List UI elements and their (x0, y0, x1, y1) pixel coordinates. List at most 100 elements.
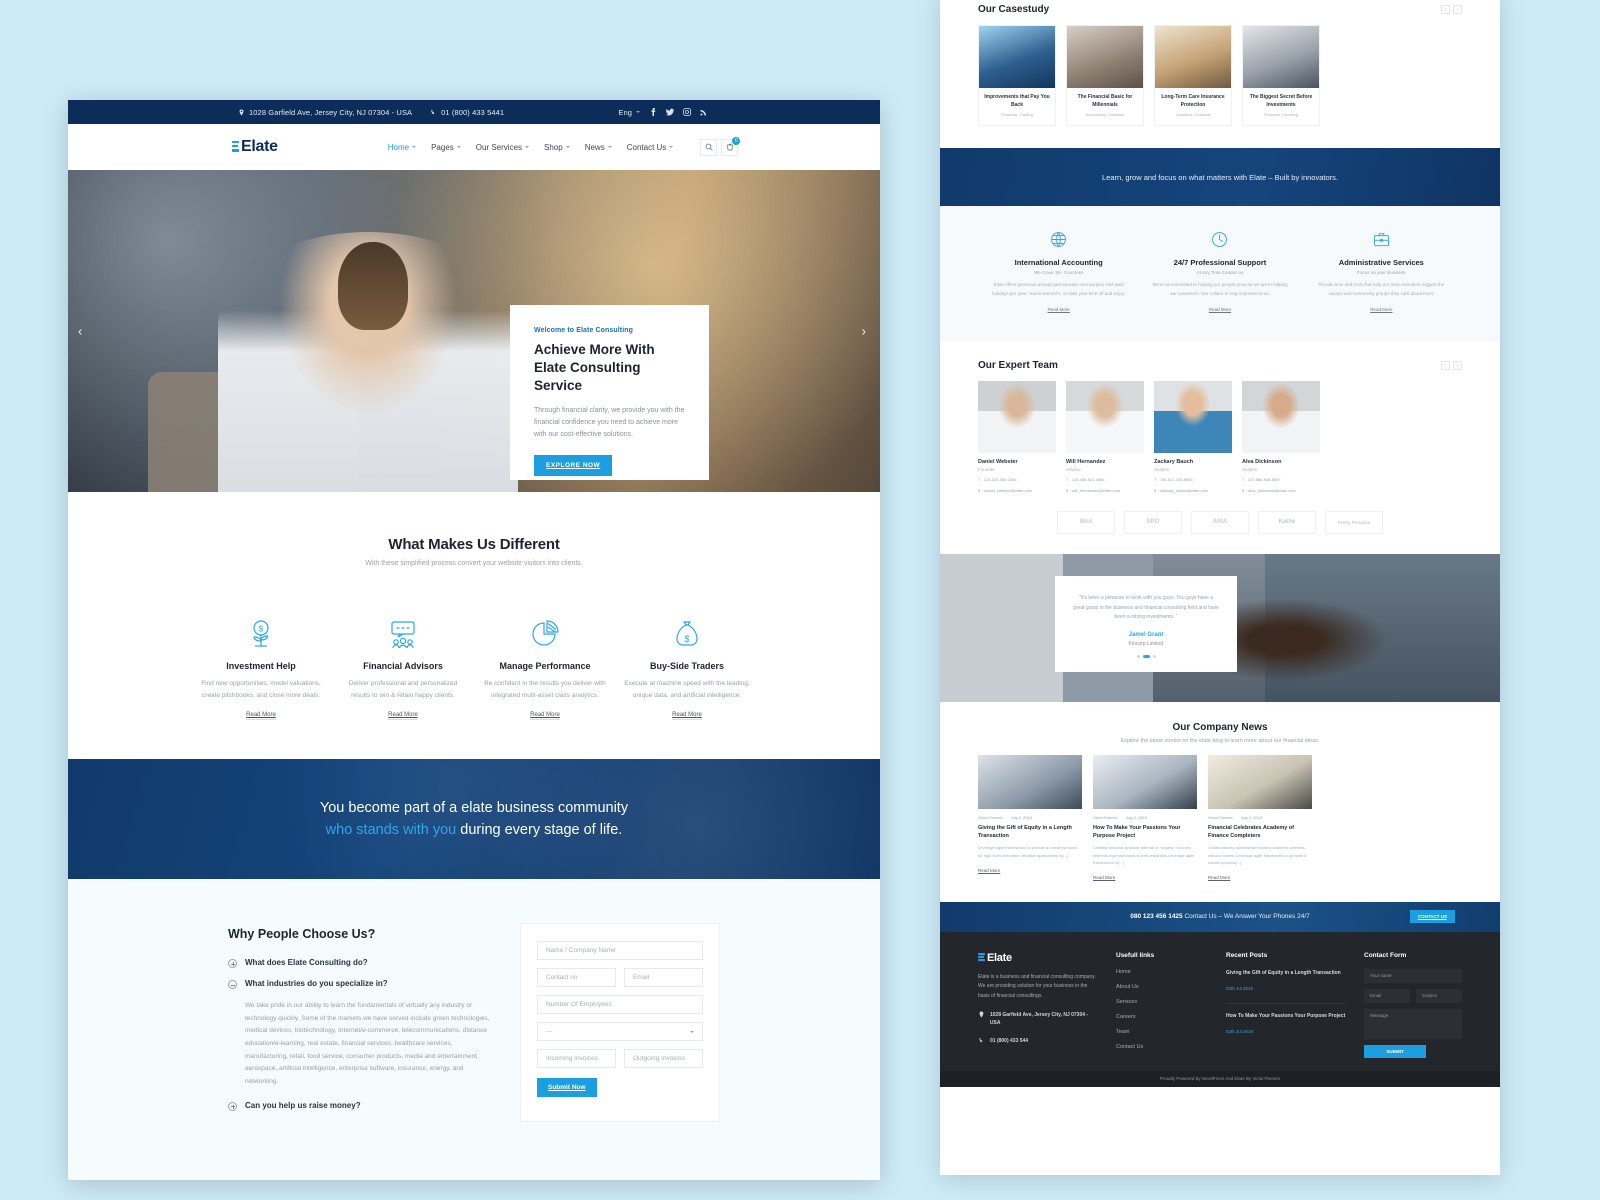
nav-item-news[interactable]: News (585, 143, 612, 152)
feature-card: Manage Performance Be confident in the r… (474, 611, 616, 721)
team-member-card[interactable]: Daniel Webster Founder T : 125-325-365-1… (978, 381, 1056, 495)
twitter-icon[interactable] (666, 108, 674, 116)
hero-next-arrow[interactable]: › (862, 324, 866, 339)
logo-mark-icon (978, 953, 985, 962)
news-meta: VictorThemes July 2, 2019 (1093, 815, 1197, 820)
footer-link-careers[interactable]: Careers (1116, 1014, 1208, 1020)
carousel-next-button[interactable]: › (1453, 5, 1462, 14)
team-member-card[interactable]: Alva Dickinson Analyst T : 147-586-548-5… (1242, 381, 1320, 495)
casestudy-card[interactable]: Long-Term Care Insurance Protection Cashf… (1154, 25, 1232, 126)
team-member-email: E : alva_dickinson@elate.com (1242, 488, 1296, 494)
cart-button[interactable]: 0 (721, 136, 741, 156)
phone-item[interactable]: 01 (800) 433 5441 (430, 108, 504, 117)
carousel-next-button[interactable]: › (1453, 361, 1462, 371)
news-card[interactable]: VictorThemes July 2, 2019 Financial Cele… (1208, 754, 1312, 884)
email-field[interactable]: Email (624, 968, 703, 988)
footer-recent-post[interactable]: Giving the Gift of Equity in a Length Tr… (1226, 969, 1346, 1004)
casestudy-image (1155, 26, 1231, 88)
news-read-more[interactable]: Read More (978, 868, 1001, 874)
faq-item[interactable]: What does Elate Consulting do? (228, 958, 490, 969)
nav-item-our-services[interactable]: Our Services (476, 143, 530, 152)
rss-icon[interactable] (700, 108, 708, 116)
testimonial-company: Fincorp Limited (1128, 641, 1164, 648)
footer-link-contact-us[interactable]: Contact Us (1116, 1044, 1208, 1050)
hero-title: Achieve More With Elate Consulting Servi… (534, 342, 655, 394)
nav-item-shop[interactable]: Shop (544, 143, 570, 152)
footer-submit-button[interactable]: SUBMIT (1364, 1044, 1426, 1058)
feature-read-more[interactable]: Read More (246, 712, 276, 721)
category-select[interactable]: --- (537, 1022, 703, 1042)
testimonial-dot-active[interactable] (1142, 655, 1150, 659)
casestudy-card[interactable]: The Financial Basic for Millennials Accou… (1066, 25, 1144, 126)
hero-prev-arrow[interactable]: ‹ (78, 324, 82, 339)
team-member-card[interactable]: Zackary Bauch Analyst T : 745-512-154-89… (1154, 381, 1232, 495)
footer-logo[interactable]: Elate (978, 952, 1098, 964)
language-selector[interactable]: Eng (618, 108, 640, 117)
globe-icon (990, 228, 1127, 250)
faq-item[interactable]: What industries do you specialize in? (228, 979, 490, 990)
carousel-prev-button[interactable]: ‹ (1441, 361, 1450, 371)
footer-message-field[interactable]: Message (1364, 1008, 1462, 1039)
nav-item-contact-us[interactable]: Contact Us (627, 143, 674, 152)
footer-link-about-us[interactable]: About Us (1116, 984, 1208, 990)
footer-name-field[interactable]: Your name (1364, 968, 1462, 983)
submit-now-button[interactable]: Submit Now (537, 1078, 597, 1098)
contact-no-field[interactable]: Contact no (537, 968, 616, 988)
casestudy-card[interactable]: Improvements that Pay You Back Financial,… (978, 25, 1056, 126)
contact-us-button[interactable]: CONTACT US (1409, 910, 1455, 924)
nav-item-pages[interactable]: Pages (431, 143, 461, 152)
casestudy-card[interactable]: The Biggest Secret Before Investments Fin… (1242, 25, 1320, 126)
footer-link-services[interactable]: Services (1116, 999, 1208, 1005)
feature-title: Investment Help (226, 661, 296, 671)
news-read-more[interactable]: Read More (1093, 875, 1116, 881)
service-tagline: Focus on your Business (1357, 270, 1406, 275)
facebook-icon[interactable] (649, 108, 657, 116)
service-read-more[interactable]: Read More (1370, 307, 1393, 314)
service-read-more[interactable]: Read More (1208, 307, 1232, 314)
promo-band: Learn, grow and focus on what matters wi… (940, 148, 1500, 206)
brand-logo[interactable]: Kathe (1258, 510, 1316, 534)
testimonial-dot[interactable] (1136, 655, 1140, 659)
feature-read-more[interactable]: Read More (388, 712, 418, 721)
contact-email-row: Contact no Email (537, 968, 703, 995)
team-member-phone: T : 147-586-548-5697 (1242, 477, 1281, 483)
testimonial-dot[interactable] (1152, 655, 1156, 659)
faq-item[interactable]: Can you help us raise money? (228, 1101, 490, 1111)
brand-logo[interactable]: Bird (1057, 510, 1115, 534)
news-card[interactable]: VictorThemes July 2, 2019 How To Make Yo… (1093, 754, 1197, 884)
name-field[interactable]: Name / Company Name (537, 941, 703, 961)
incoming-invoices-field[interactable]: Incoming Invoices (537, 1049, 616, 1069)
outgoing-invoices-field[interactable]: Outgoing Invoices (624, 1049, 703, 1069)
explore-now-button[interactable]: EXPLORE NOW (534, 455, 613, 477)
carousel-prev-button[interactable]: ‹ (1441, 5, 1450, 14)
feature-read-more[interactable]: Read More (672, 712, 702, 721)
site-logo[interactable]: Elate (232, 138, 278, 156)
footer-email-field[interactable]: Email (1364, 988, 1410, 1003)
feature-read-more[interactable]: Read More (530, 712, 560, 721)
team-title: Our Expert Team (978, 360, 1058, 372)
brand-logo[interactable]: ARIA (1191, 510, 1249, 534)
location-icon (239, 108, 244, 116)
footer-link-home[interactable]: Home (1116, 969, 1208, 975)
footer-subject-field[interactable]: Subject (1416, 988, 1462, 1003)
news-read-more[interactable]: Read More (1208, 875, 1231, 881)
search-button[interactable] (700, 138, 718, 156)
footer-link-team[interactable]: Team (1116, 1029, 1208, 1035)
nav-item-home[interactable]: Home (388, 143, 417, 152)
employees-field[interactable]: Number Of Employees (537, 995, 703, 1015)
service-read-more[interactable]: Read More (1047, 307, 1070, 314)
footer-phone[interactable]: 01 (800) 433 544 (978, 1037, 1098, 1045)
feature-card: Financial Advisors Deliver professional … (332, 611, 474, 721)
team-member-card[interactable]: Will Hernandez Advisor T : 124-458-521-4… (1066, 381, 1144, 495)
footer-email-subject-row: Email Subject (1364, 988, 1462, 1009)
svg-text:$: $ (259, 625, 264, 634)
casestudy-card-title: Long-Term Care Insurance Protection (1161, 94, 1225, 108)
news-card[interactable]: VictorThemes July 2, 2019 Giving the Gif… (978, 754, 1082, 884)
brand-logo[interactable]: SPO (1124, 510, 1182, 534)
brand-logo[interactable]: Pretty Pistache (1325, 510, 1383, 534)
instagram-icon[interactable] (683, 108, 691, 116)
search-icon (705, 143, 713, 151)
team-member-phone: T : 745-512-154-8963 (1154, 477, 1193, 483)
footer-recent-post[interactable]: How To Make Your Passions Your Purpose P… (1226, 1012, 1346, 1046)
faq-question: What does Elate Consulting do? (245, 958, 368, 968)
